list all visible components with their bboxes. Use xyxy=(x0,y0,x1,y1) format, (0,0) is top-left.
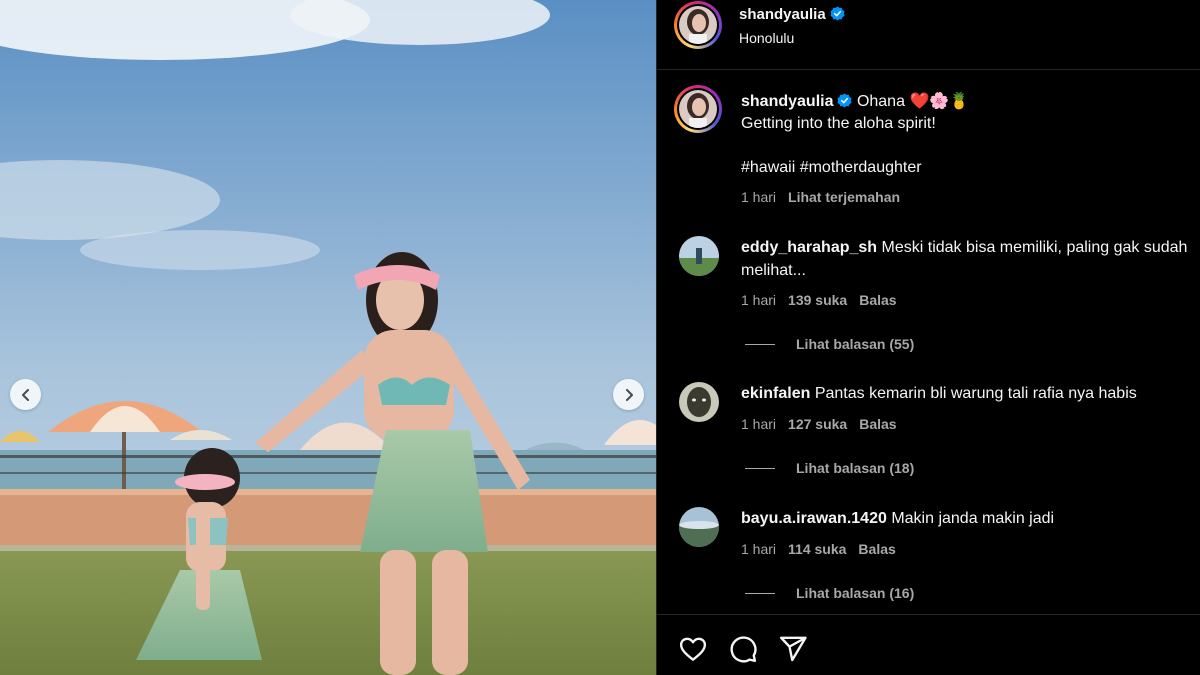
like-button[interactable] xyxy=(678,634,708,664)
heart-icon xyxy=(679,637,707,661)
reply-button[interactable]: Balas xyxy=(859,292,896,308)
caption-title: Ohana xyxy=(856,93,905,110)
commenter-avatar[interactable] xyxy=(679,507,719,547)
comment-meta: 1 hari 114 suka Balas xyxy=(741,541,908,557)
comment-icon xyxy=(730,636,757,663)
comment-likes[interactable]: 139 suka xyxy=(788,292,847,308)
post-actions-bar xyxy=(657,614,1200,675)
verified-badge-icon xyxy=(830,6,845,26)
caption-text: Getting into the aloha spirit! xyxy=(741,115,936,132)
comment-likes[interactable]: 114 suka xyxy=(788,541,846,557)
view-replies-button[interactable]: Lihat balasan (55) xyxy=(745,336,914,352)
post-location[interactable]: Honolulu xyxy=(739,30,794,46)
share-button[interactable] xyxy=(778,634,808,664)
chevron-right-icon xyxy=(625,388,633,401)
author-avatar[interactable] xyxy=(674,1,722,49)
commenter-avatar-image xyxy=(679,236,719,276)
comment-text: eddy_harahap_sh Meski tidak bisa memilik… xyxy=(741,236,1191,282)
view-replies-label: Lihat balasan (18) xyxy=(796,460,915,476)
post-photo[interactable] xyxy=(0,0,656,675)
verified-badge-icon xyxy=(837,93,853,113)
view-replies-button[interactable]: Lihat balasan (18) xyxy=(745,460,914,476)
carousel-next-button[interactable] xyxy=(613,379,644,410)
view-replies-button[interactable]: Lihat balasan (16) xyxy=(745,585,914,601)
chevron-left-icon xyxy=(21,388,29,401)
caption-first-line: shandyaulia Ohana ❤️🌸🍍 xyxy=(741,91,969,113)
comment-body: Makin janda makin jadi xyxy=(891,510,1055,527)
carousel-prev-button[interactable] xyxy=(10,379,41,410)
caption-emojis: ❤️🌸🍍 xyxy=(909,93,970,110)
commenter-avatar[interactable] xyxy=(679,382,719,422)
photo-scene xyxy=(0,0,656,675)
replies-divider xyxy=(745,343,775,345)
comment-meta: 1 hari 139 suka Balas xyxy=(741,292,909,308)
replies-divider xyxy=(745,592,775,594)
comment-button[interactable] xyxy=(728,634,758,664)
author-username-row[interactable]: shandyaulia xyxy=(739,6,845,26)
comment-username[interactable]: bayu.a.irawan.1420 xyxy=(741,510,887,527)
view-replies-label: Lihat balasan (16) xyxy=(796,585,915,601)
comment-body: Pantas kemarin bli warung tali rafia nya… xyxy=(814,385,1137,402)
caption-avatar-image xyxy=(679,90,717,128)
commenter-avatar-image xyxy=(679,382,719,422)
comment-likes[interactable]: 127 suka xyxy=(788,416,847,432)
post-header: shandyaulia Honolulu xyxy=(657,0,1200,70)
caption-author-avatar[interactable] xyxy=(674,85,722,133)
comment-meta: 1 hari 127 suka Balas xyxy=(741,416,909,432)
comment-time[interactable]: 1 hari xyxy=(741,416,776,432)
comment-time[interactable]: 1 hari xyxy=(741,541,776,557)
post-side-panel: shandyaulia Honolulu shandyaulia Ohana ❤… xyxy=(656,0,1200,675)
author-username[interactable]: shandyaulia xyxy=(739,6,826,23)
share-icon xyxy=(779,636,807,662)
comment-username[interactable]: eddy_harahap_sh xyxy=(741,239,877,256)
caption-meta: 1 hari Lihat terjemahan xyxy=(741,189,912,205)
commenter-avatar[interactable] xyxy=(679,236,719,276)
comment-username[interactable]: ekinfalen xyxy=(741,385,810,402)
translate-link[interactable]: Lihat terjemahan xyxy=(788,189,900,205)
commenter-avatar-image xyxy=(679,507,719,547)
author-avatar-image xyxy=(679,6,717,44)
reply-button[interactable]: Balas xyxy=(859,416,896,432)
comment-text: bayu.a.irawan.1420 Makin janda makin jad… xyxy=(741,507,1191,530)
caption-username[interactable]: shandyaulia xyxy=(741,93,833,110)
reply-button[interactable]: Balas xyxy=(858,541,895,557)
comment-text: ekinfalen Pantas kemarin bli warung tali… xyxy=(741,382,1191,405)
comments-section[interactable]: shandyaulia Ohana ❤️🌸🍍 Getting into the … xyxy=(657,71,1200,614)
replies-divider xyxy=(745,467,775,469)
view-replies-label: Lihat balasan (55) xyxy=(796,336,915,352)
caption-hashtags[interactable]: #hawaii #motherdaughter xyxy=(741,159,922,177)
comment-time[interactable]: 1 hari xyxy=(741,292,776,308)
caption-time[interactable]: 1 hari xyxy=(741,189,776,205)
